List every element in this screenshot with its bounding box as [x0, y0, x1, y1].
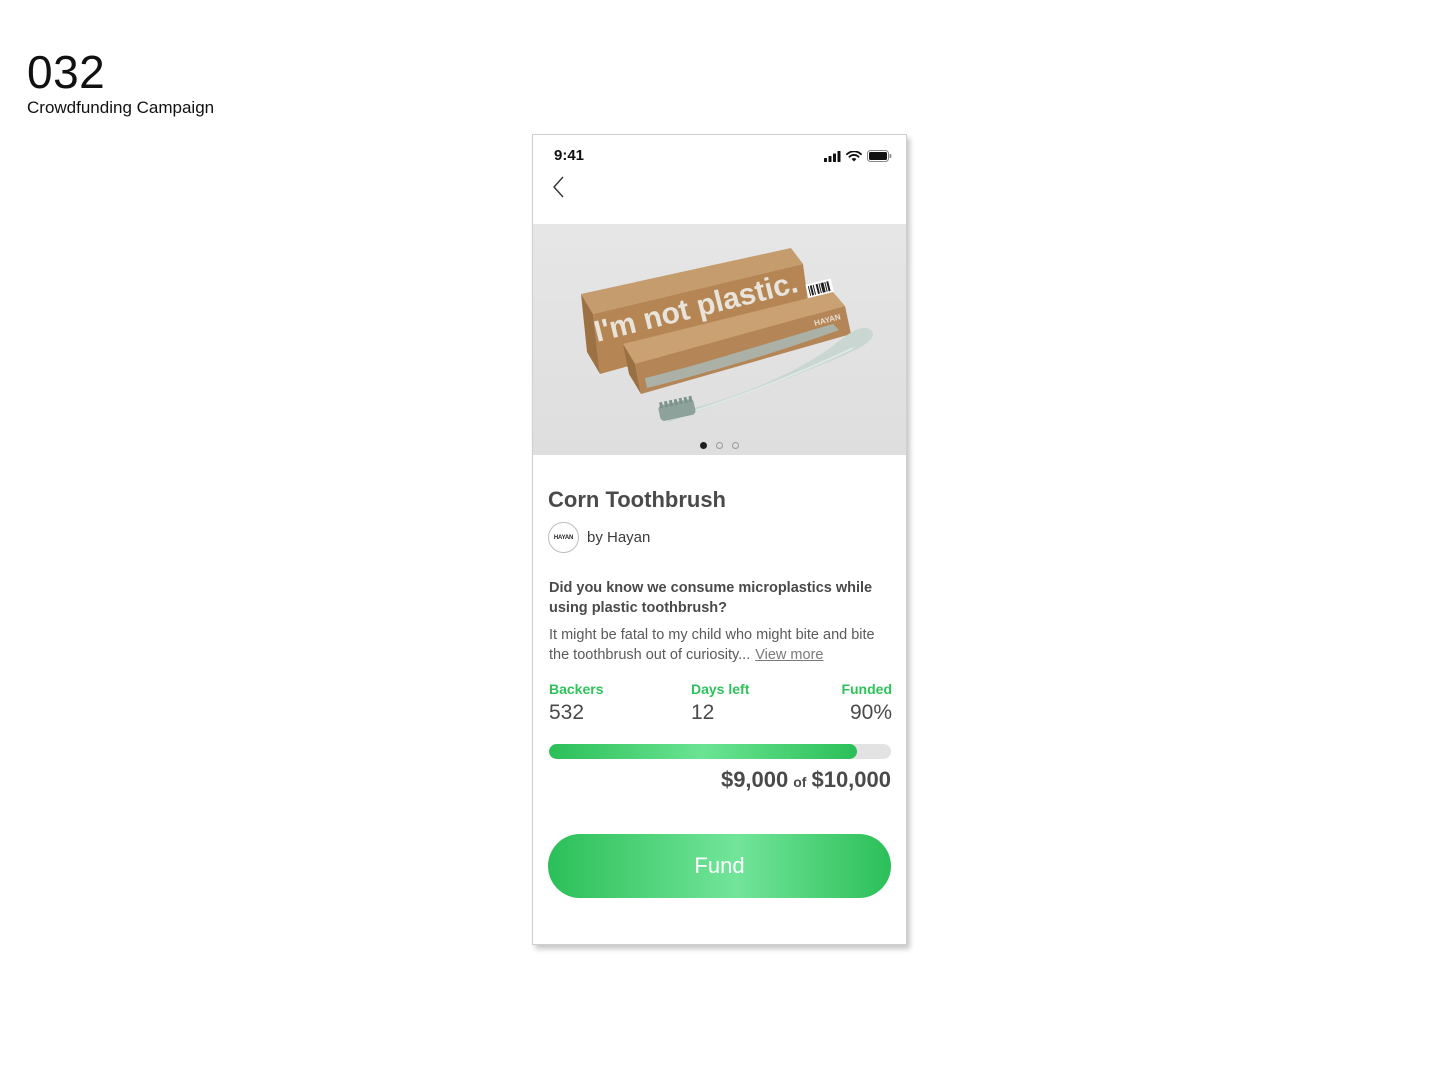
- carousel-dot[interactable]: [732, 442, 739, 449]
- funding-progress-bar: [549, 744, 891, 759]
- funded-label: Funded: [841, 681, 892, 697]
- amount-of: of: [793, 774, 807, 790]
- page-heading: 032 Crowdfunding Campaign: [27, 46, 214, 118]
- carousel-dot[interactable]: [700, 442, 707, 449]
- wifi-icon: [846, 150, 862, 161]
- page-number: 032: [27, 46, 106, 98]
- back-chevron-icon[interactable]: [548, 175, 572, 199]
- product-image: I'm not plastic. HAYAN: [533, 224, 906, 455]
- fund-button[interactable]: Fund: [548, 834, 891, 898]
- view-more-link[interactable]: View more: [755, 647, 823, 663]
- funded-value: 90%: [849, 701, 892, 724]
- funding-amount: $9,000 of $10,000: [721, 767, 891, 793]
- project-description: It might be fatal to my child who might …: [549, 626, 894, 665]
- creator-info[interactable]: HAYAN by Hayan: [548, 522, 650, 553]
- stat-funded: Funded 90%: [841, 681, 892, 725]
- status-bar: 9:41: [533, 135, 906, 175]
- description-text: It might be fatal to my child who might …: [549, 627, 875, 663]
- funding-progress-fill: [549, 744, 857, 759]
- carousel-dot[interactable]: [716, 442, 723, 449]
- amount-raised: $9,000: [720, 767, 789, 792]
- days-left-label: Days left: [691, 681, 750, 697]
- days-left-value: 12: [691, 701, 715, 724]
- battery-icon: [867, 150, 892, 162]
- status-time: 9:41: [554, 147, 585, 164]
- carousel-dots: [533, 442, 906, 449]
- creator-avatar: HAYAN: [548, 522, 579, 553]
- project-question: Did you know we consume microplastics wh…: [549, 580, 873, 616]
- backers-value: 532: [549, 701, 585, 724]
- amount-goal: $10,000: [811, 767, 891, 792]
- backers-label: Backers: [549, 681, 604, 697]
- creator-name: by Hayan: [587, 529, 651, 546]
- signal-icon: [824, 150, 841, 162]
- stat-days-left: Days left 12: [691, 681, 749, 725]
- stat-backers: Backers 532: [549, 681, 604, 725]
- status-icons: [824, 150, 892, 162]
- product-image-carousel[interactable]: I'm not plastic. HAYAN: [533, 224, 906, 455]
- project-title: Corn Toothbrush: [548, 487, 726, 512]
- phone-frame: 9:41 I'm not plastic. HAYAN Corn Toothbr…: [532, 134, 907, 945]
- page-subtitle: Crowdfunding Campaign: [27, 98, 215, 117]
